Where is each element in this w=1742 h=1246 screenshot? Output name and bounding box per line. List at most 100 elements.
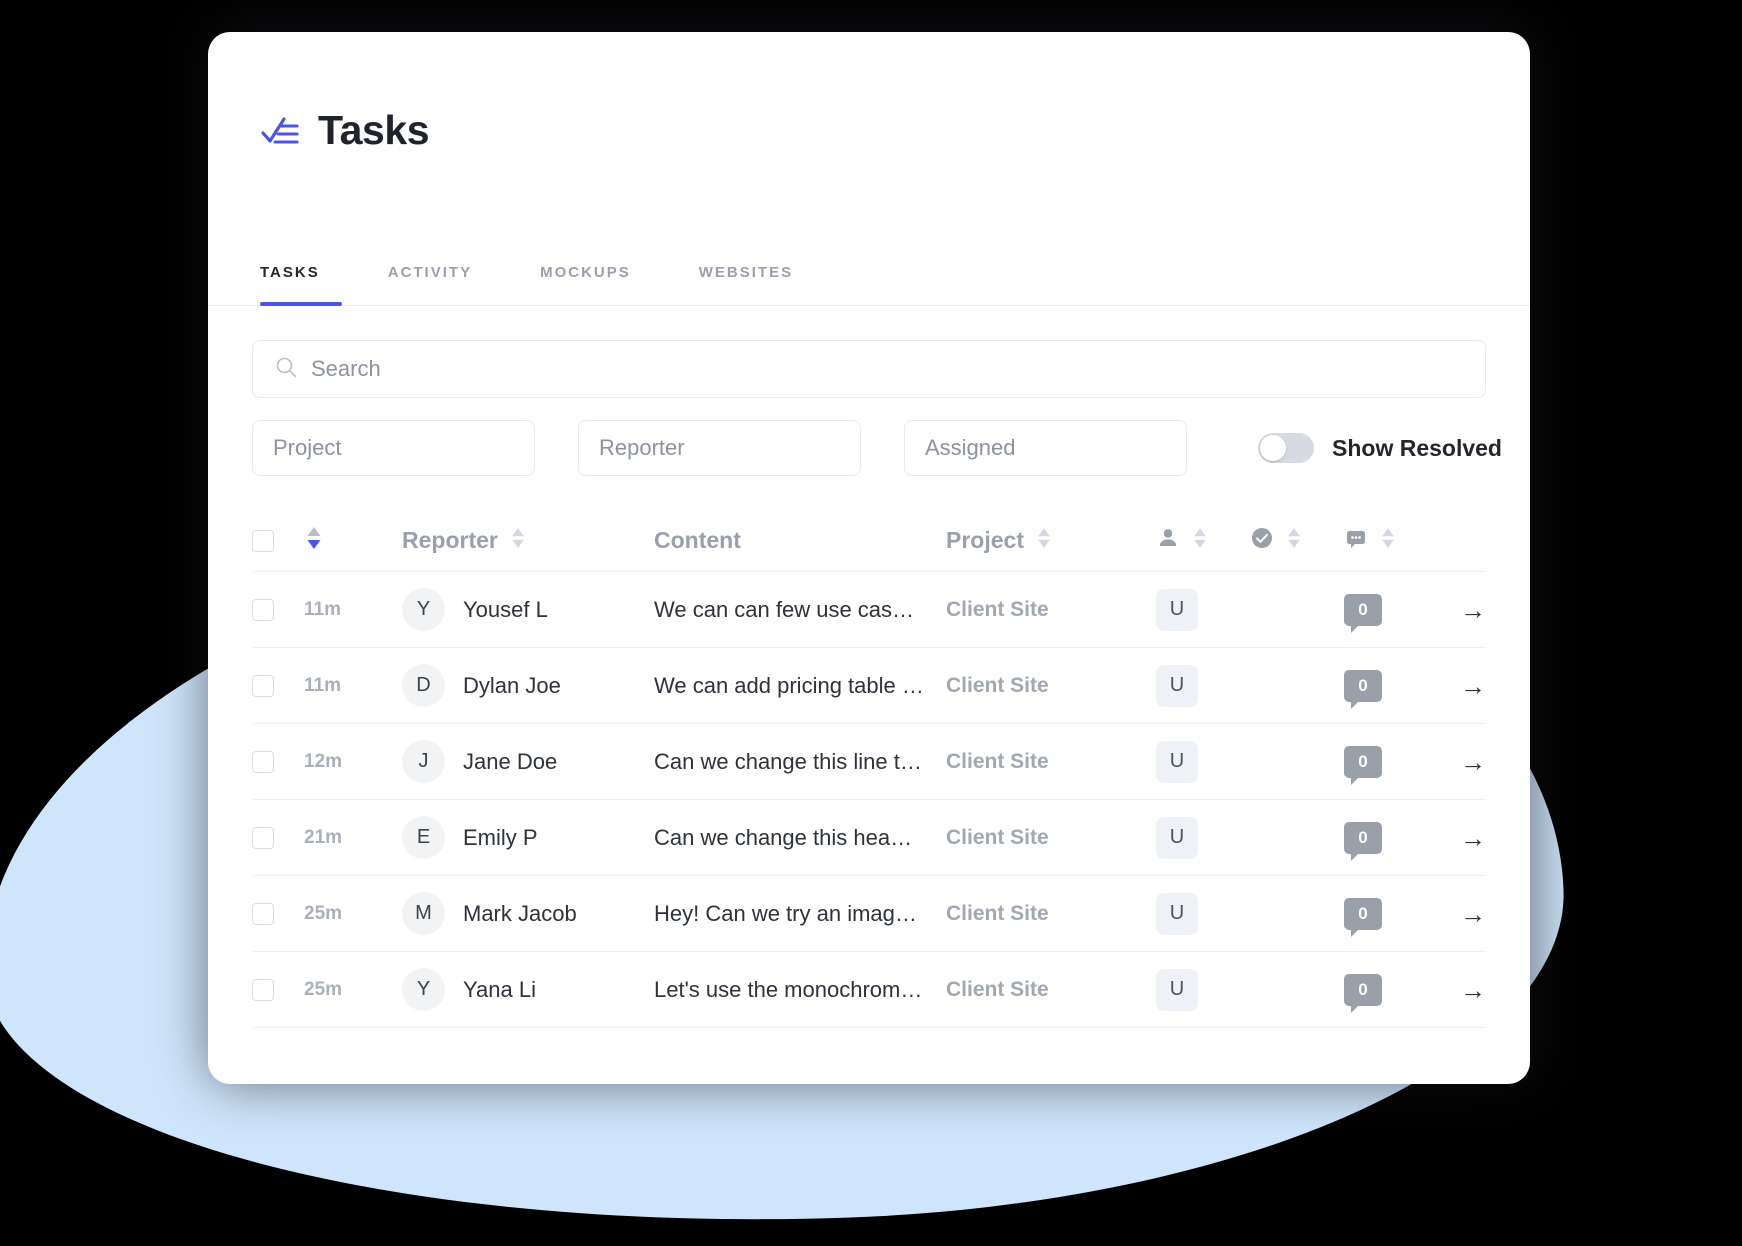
- assigned-filter[interactable]: Assigned: [904, 420, 1187, 476]
- avatar: Y: [402, 588, 445, 631]
- search-input[interactable]: [311, 356, 1463, 382]
- row-select-cell: [252, 750, 304, 773]
- comment-count-badge[interactable]: 0: [1344, 593, 1382, 633]
- row-reporter-name: Yousef L: [463, 596, 548, 622]
- row-content: We can add pricing table here: [654, 672, 946, 698]
- table-row[interactable]: 21m E Emily P Can we change this heading…: [252, 800, 1486, 876]
- row-checkbox[interactable]: [252, 750, 274, 773]
- comment-count-badge[interactable]: 0: [1344, 745, 1382, 785]
- filter-bar: Project Reporter Assigned Show Resolved: [208, 306, 1530, 476]
- row-content-cell: Can we change this line to: He es...: [654, 749, 946, 775]
- row-content: Let's use the monochrome logo o...: [654, 976, 946, 1002]
- row-project: Client Site: [946, 825, 1049, 849]
- assignee-badge[interactable]: U: [1156, 892, 1198, 935]
- row-comments-cell: 0: [1344, 745, 1440, 785]
- row-project-cell: Client Site: [946, 750, 1156, 774]
- avatar: M: [402, 892, 445, 935]
- row-time-cell: 11m: [304, 599, 402, 621]
- resolved-header-cell[interactable]: [1250, 526, 1344, 555]
- row-assignee-cell: U: [1156, 892, 1250, 935]
- resolved-sort-icon[interactable]: [1285, 526, 1303, 555]
- row-time: 11m: [304, 674, 341, 696]
- filter-row: Project Reporter Assigned Show Resolved: [252, 420, 1502, 476]
- assignee-sort-icon[interactable]: [1191, 526, 1209, 555]
- assignee-header-cell[interactable]: [1156, 526, 1250, 555]
- row-time: 21m: [304, 826, 343, 848]
- select-all-checkbox[interactable]: [252, 529, 274, 552]
- row-reporter-name: Yana Li: [463, 976, 536, 1002]
- assignee-badge[interactable]: U: [1156, 816, 1198, 859]
- row-project-cell: Client Site: [946, 978, 1156, 1002]
- project-sort-icon[interactable]: [1035, 526, 1053, 555]
- table-row[interactable]: 12m J Jane Doe Can we change this line t…: [252, 724, 1486, 800]
- table-row[interactable]: 11m Y Yousef L We can can few use cases …: [252, 572, 1486, 648]
- row-content: Can we change this line to: He es...: [654, 748, 946, 774]
- card-header: Tasks: [208, 32, 1530, 214]
- row-open-cell: →: [1440, 901, 1486, 927]
- row-assignee-cell: U: [1156, 664, 1250, 707]
- show-resolved-control[interactable]: Show Resolved: [1258, 433, 1502, 463]
- row-select-cell: [252, 902, 304, 925]
- open-task-arrow-icon[interactable]: →: [1460, 825, 1486, 851]
- open-task-arrow-icon[interactable]: →: [1460, 749, 1486, 775]
- open-task-arrow-icon[interactable]: →: [1460, 673, 1486, 699]
- open-task-arrow-icon[interactable]: →: [1460, 597, 1486, 623]
- row-content: Hey! Can we try an image with be...: [654, 900, 946, 926]
- comment-count-badge[interactable]: 0: [1344, 821, 1382, 861]
- project-filter[interactable]: Project: [252, 420, 535, 476]
- row-project: Client Site: [946, 901, 1049, 925]
- open-task-arrow-icon[interactable]: →: [1460, 901, 1486, 927]
- row-checkbox[interactable]: [252, 598, 274, 621]
- row-project: Client Site: [946, 673, 1049, 697]
- table-row[interactable]: 25m M Mark Jacob Hey! Can we try an imag…: [252, 876, 1486, 952]
- tab-activity[interactable]: ACTIVITY: [354, 264, 506, 305]
- show-resolved-toggle[interactable]: [1258, 433, 1314, 463]
- row-reporter-cell: Y Yousef L: [402, 588, 654, 631]
- row-checkbox[interactable]: [252, 902, 274, 925]
- tab-websites[interactable]: WEBSITES: [665, 264, 827, 305]
- avatar: E: [402, 816, 445, 859]
- table-row[interactable]: 25m Y Yana Li Let's use the monochrome l…: [252, 952, 1486, 1028]
- tab-mockups[interactable]: MOCKUPS: [506, 264, 665, 305]
- row-comments-cell: 0: [1344, 593, 1440, 633]
- comments-header-cell[interactable]: [1344, 526, 1440, 555]
- assignee-badge[interactable]: U: [1156, 664, 1198, 707]
- row-time-cell: 25m: [304, 903, 402, 925]
- row-assignee-cell: U: [1156, 968, 1250, 1011]
- row-checkbox[interactable]: [252, 978, 274, 1001]
- row-content-cell: We can can few use cases here f...: [654, 597, 946, 623]
- row-open-cell: →: [1440, 977, 1486, 1003]
- content-header-label: Content: [654, 527, 741, 553]
- row-select-cell: [252, 598, 304, 621]
- open-task-arrow-icon[interactable]: →: [1460, 977, 1486, 1003]
- reporter-header-cell[interactable]: Reporter: [402, 526, 654, 555]
- row-checkbox[interactable]: [252, 674, 274, 697]
- row-time-cell: 11m: [304, 675, 402, 697]
- select-all-cell: [252, 529, 304, 552]
- row-assignee-cell: U: [1156, 816, 1250, 859]
- person-icon: [1156, 526, 1180, 555]
- row-content: We can can few use cases here f...: [654, 596, 946, 622]
- assignee-badge[interactable]: U: [1156, 740, 1198, 783]
- table-row[interactable]: 11m D Dylan Joe We can add pricing table…: [252, 648, 1486, 724]
- row-checkbox[interactable]: [252, 826, 274, 849]
- comment-count-badge[interactable]: 0: [1344, 669, 1382, 709]
- row-time: 25m: [304, 902, 343, 924]
- project-header-cell[interactable]: Project: [946, 526, 1156, 555]
- reporter-filter[interactable]: Reporter: [578, 420, 861, 476]
- row-project: Client Site: [946, 597, 1049, 621]
- check-circle-icon: [1250, 526, 1274, 555]
- time-sort-icon[interactable]: [304, 527, 324, 555]
- comment-count-badge[interactable]: 0: [1344, 973, 1382, 1013]
- assignee-badge[interactable]: U: [1156, 588, 1198, 631]
- row-content-cell: Let's use the monochrome logo o...: [654, 977, 946, 1003]
- row-project-cell: Client Site: [946, 598, 1156, 622]
- comments-sort-icon[interactable]: [1379, 526, 1397, 555]
- tasks-app-card: Tasks TASKS ACTIVITY MOCKUPS WEBSITES Se…: [208, 32, 1530, 1084]
- reporter-sort-icon[interactable]: [509, 526, 527, 555]
- row-content: Can we change this heading to so...: [654, 824, 946, 850]
- comment-count-badge[interactable]: 0: [1344, 897, 1382, 937]
- tab-tasks[interactable]: TASKS: [260, 264, 354, 306]
- search-box[interactable]: [252, 340, 1486, 398]
- assignee-badge[interactable]: U: [1156, 968, 1198, 1011]
